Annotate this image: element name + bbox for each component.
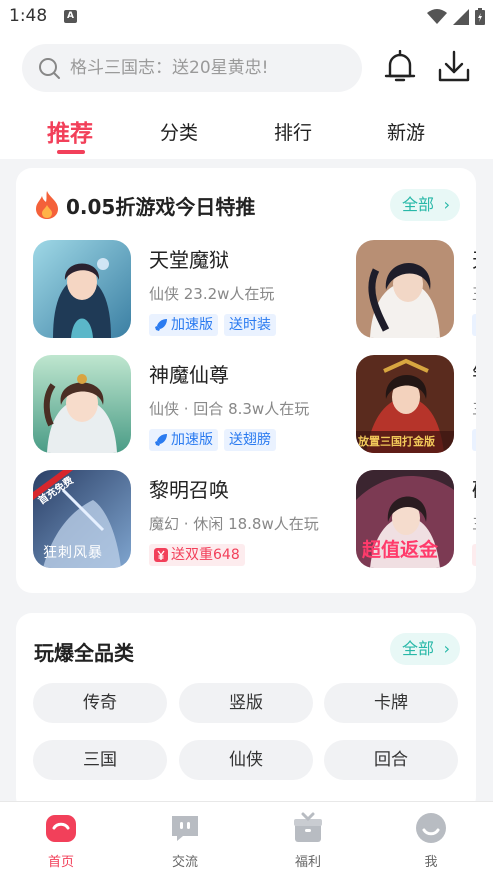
game-thumbnail[interactable]: 首充免费 狂刺风暴 [33,470,131,568]
game-tags: 送双重648 [149,544,245,566]
top-tabs: 推荐 分类 排行 新游 [0,114,493,159]
game-tags [472,314,476,336]
game-name: 钅 [472,359,476,388]
game-thumbnail[interactable] [356,240,454,338]
featured-title-text: 0.05折游戏今日特推 [66,194,256,219]
featured-all-label: 全部 [402,195,435,214]
tag-gift: 送翅膀 [224,429,276,451]
category-chip[interactable]: 仙侠 [179,740,313,780]
thumb-subtitle-text: 超值返金 [362,539,439,561]
status-time: 1:48 [9,6,48,26]
featured-all-button[interactable]: 全部 › [390,189,460,221]
thumb-subtitle-text: 放置三国打金版 [358,435,435,448]
gift-icon [294,812,322,842]
game-tags: 加速版 送翅膀 [149,429,276,451]
tag-speed: 加速版 [149,429,218,451]
categories-all-button[interactable]: 全部 › [390,633,460,665]
game-item[interactable]: 首充免费 狂刺风暴 黎明召唤 魔幻 · 休闲 18.8w人在玩 送双重648 [33,470,353,570]
category-chip[interactable]: 卡牌 [324,683,458,723]
tag-bonus: 送双重648 [149,544,245,566]
tab-recommend[interactable]: 推荐 [47,114,93,148]
chat-icon [172,816,198,841]
game-thumbnail[interactable]: 放置三国打金版 [356,355,454,453]
tag-speed: 加速版 [149,314,218,336]
rocket-icon [155,319,167,331]
signal-icon [453,8,469,25]
game-meta: 玉 [472,283,476,304]
nav-profile[interactable]: 我 [386,802,476,876]
search-input[interactable] [70,44,350,92]
game-meta: 仙侠 23.2w人在玩 [149,285,275,303]
game-item-partial[interactable]: 放置三国打金版 钅 三 [356,355,476,455]
tab-new-games[interactable]: 新游 [387,118,425,145]
fire-icon [36,191,58,219]
notification-a-icon: A [64,10,77,23]
game-name: 神魔仙尊 [149,363,229,387]
game-tags [472,429,476,451]
category-chip[interactable]: 回合 [324,740,458,780]
header: 推荐 分类 排行 新游 [0,34,493,159]
featured-title: 0.05折游戏今日特推 [34,190,255,220]
game-item-partial[interactable]: 超值返金 砧 三 [356,470,476,570]
search-icon [39,58,60,79]
nav-home[interactable]: 首页 [16,802,106,876]
search-bar[interactable] [22,44,362,92]
status-icons [427,8,485,25]
nav-label: 我 [424,855,438,870]
chevron-right-icon: › [443,639,450,658]
game-thumbnail[interactable]: 超值返金 [356,470,454,568]
game-name: 天 [472,244,476,273]
thumb-subtitle-text: 狂刺风暴 [43,545,103,561]
profile-icon [416,813,446,843]
bottom-nav: 首页 交流 福利 我 [0,801,493,876]
yen-icon [154,548,168,562]
game-item[interactable]: 天堂魔狱 仙侠 23.2w人在玩 加速版 送时装 [33,240,353,340]
tag-partial [472,544,476,566]
battery-icon [475,8,485,25]
categories-title-text: 玩爆全品类 [34,641,134,665]
bell-icon[interactable] [384,50,416,84]
nav-label: 首页 [47,855,74,870]
game-tags [472,544,476,566]
game-thumbnail[interactable] [33,355,131,453]
nav-label: 福利 [294,855,321,870]
wifi-icon [427,8,447,24]
category-chip[interactable]: 三国 [33,740,167,780]
game-name: 黎明召唤 [149,478,229,502]
tag-label: 加速版 [171,317,213,333]
status-bar: 1:48 A [0,0,493,34]
tag-label: 送双重648 [171,547,240,563]
tab-ranking[interactable]: 排行 [274,118,312,145]
category-chip[interactable]: 竖版 [179,683,313,723]
categories-title: 玩爆全品类 [34,637,134,666]
tag-gift: 送时装 [224,314,276,336]
chevron-right-icon: › [443,195,450,214]
game-meta: 魔幻 · 休闲 18.8w人在玩 [149,515,319,533]
tab-category[interactable]: 分类 [160,118,198,145]
game-thumbnail[interactable] [33,240,131,338]
tag-partial [472,429,476,451]
tag-partial [472,314,476,336]
categories-all-label: 全部 [402,639,435,658]
nav-chat[interactable]: 交流 [140,802,230,876]
game-meta: 三 [472,398,476,419]
game-meta: 三 [472,513,476,534]
categories-card: 玩爆全品类 全部 › 传奇 竖版 卡牌 三国 仙侠 回合 [16,613,476,813]
game-item-partial[interactable]: 天 玉 [356,240,476,340]
home-icon [46,815,76,842]
category-chip[interactable]: 传奇 [33,683,167,723]
rocket-icon [155,434,167,446]
download-icon[interactable] [437,50,471,84]
active-tab-indicator [57,150,85,154]
featured-games-card: 0.05折游戏今日特推 全部 › 天堂魔狱 仙侠 23.2w人在玩 加速版 送时… [16,168,476,593]
game-meta: 仙侠 · 回合 8.3w人在玩 [149,400,310,418]
nav-welfare[interactable]: 福利 [263,802,353,876]
tag-label: 加速版 [171,432,213,448]
game-item[interactable]: 神魔仙尊 仙侠 · 回合 8.3w人在玩 加速版 送翅膀 [33,355,353,455]
nav-label: 交流 [171,855,198,870]
game-name: 天堂魔狱 [149,248,229,272]
game-name: 砧 [472,474,476,503]
game-tags: 加速版 送时装 [149,314,276,336]
